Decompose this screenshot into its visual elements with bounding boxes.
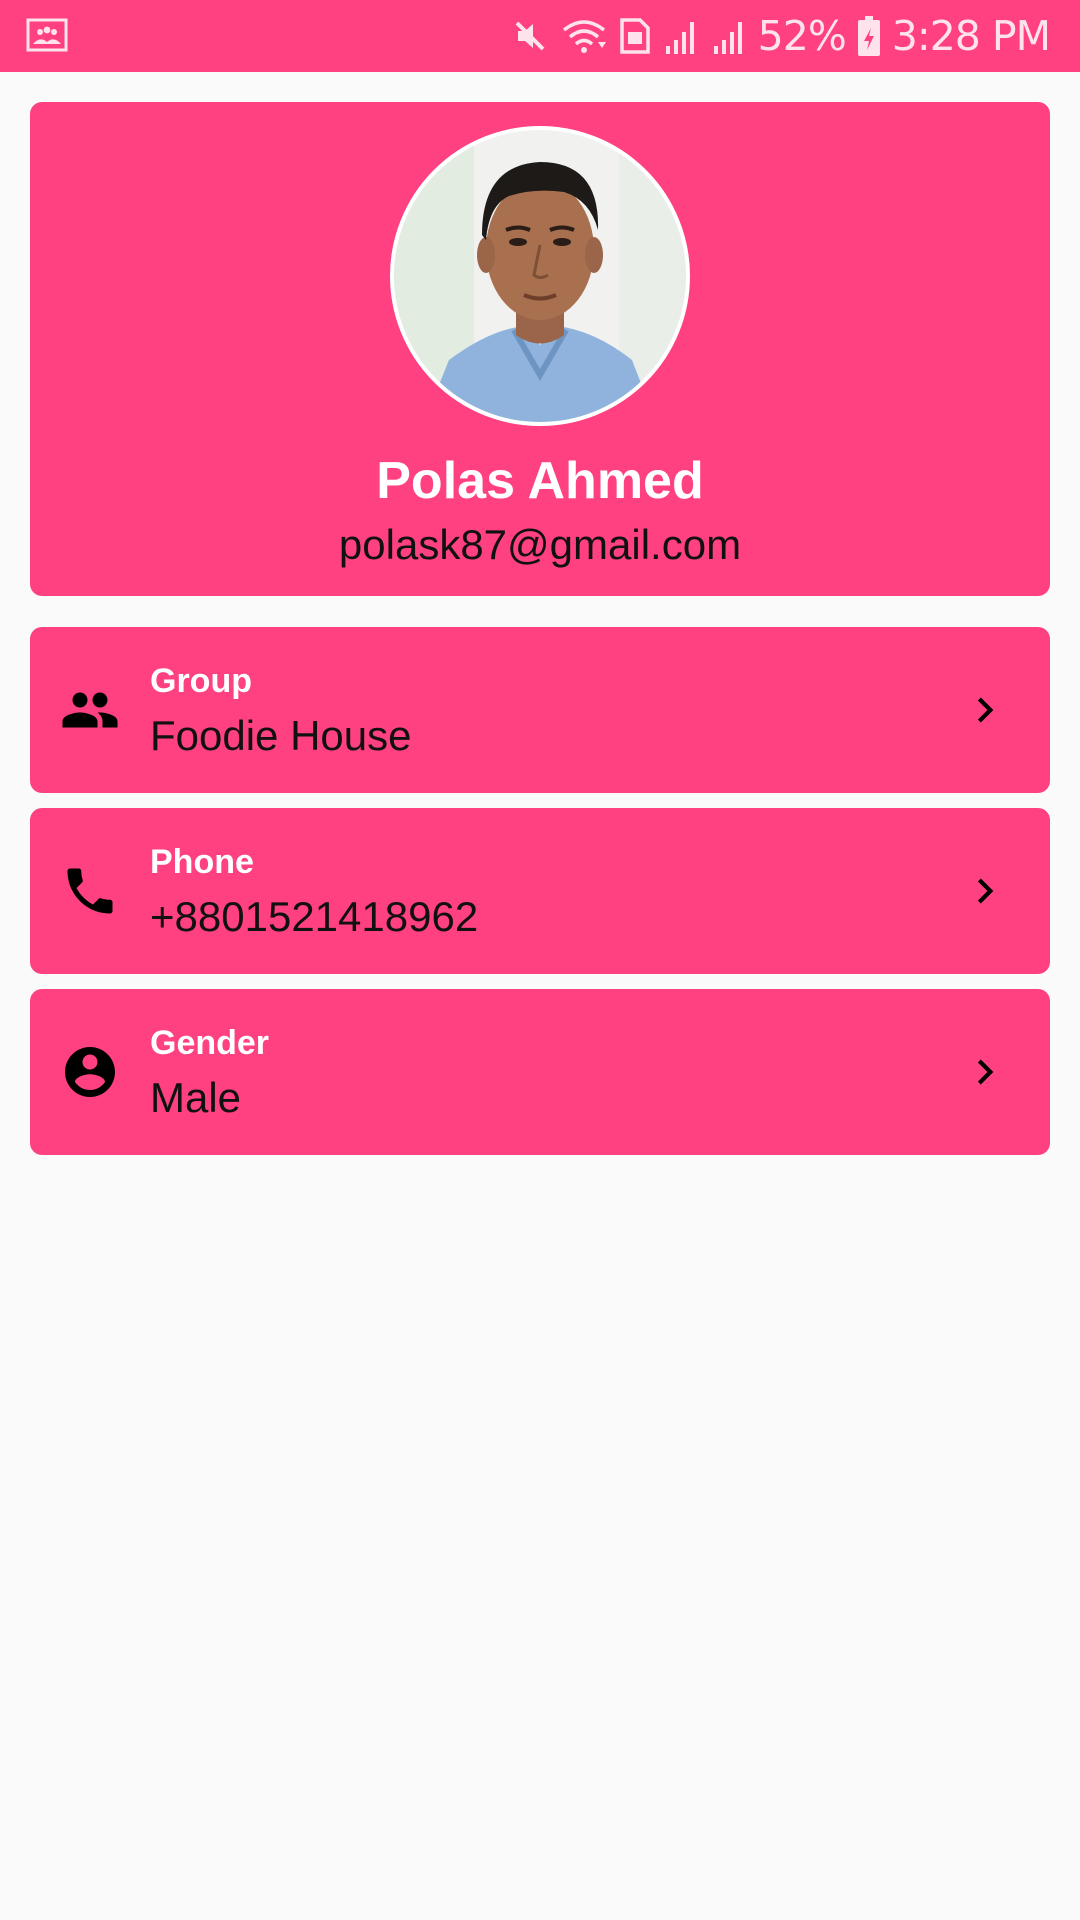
status-icons: 52% 3:28 PM [510,0,1051,72]
profile-email: polask87@gmail.com [338,521,742,568]
chevron-right-icon[interactable] [960,685,1010,735]
gender-card[interactable]: Gender Male [30,989,1050,1155]
chevron-right-icon[interactable] [960,1047,1010,1097]
group-label: Group [150,662,252,700]
status-bar: 52% 3:28 PM [0,0,1080,72]
phone-label: Phone [150,843,254,881]
signal-icon [662,16,700,56]
group-icon [60,680,120,740]
avatar[interactable] [390,126,690,426]
group-card[interactable]: Group Foodie House [30,627,1050,793]
phone-value: +8801521418962 [150,893,479,940]
chevron-right-icon[interactable] [960,866,1010,916]
battery-percent: 52% [757,12,847,60]
mute-icon [510,16,550,56]
profile-card: Polas Ahmed polask87@gmail.com [30,102,1050,596]
gallery-notification-icon [26,18,68,52]
status-time: 3:28 PM [891,12,1051,60]
wifi-icon [560,16,608,56]
account-circle-icon [60,1042,120,1102]
profile-name: Polas Ahmed [376,452,704,510]
gender-value: Male [150,1074,242,1121]
phone-card[interactable]: Phone +8801521418962 [30,808,1050,974]
signal-icon [710,16,748,56]
battery-charging-icon [856,14,882,58]
phone-icon [60,861,120,921]
hd-sim-icon [618,16,652,56]
gender-label: Gender [150,1024,270,1062]
group-value: Foodie House [150,712,412,759]
